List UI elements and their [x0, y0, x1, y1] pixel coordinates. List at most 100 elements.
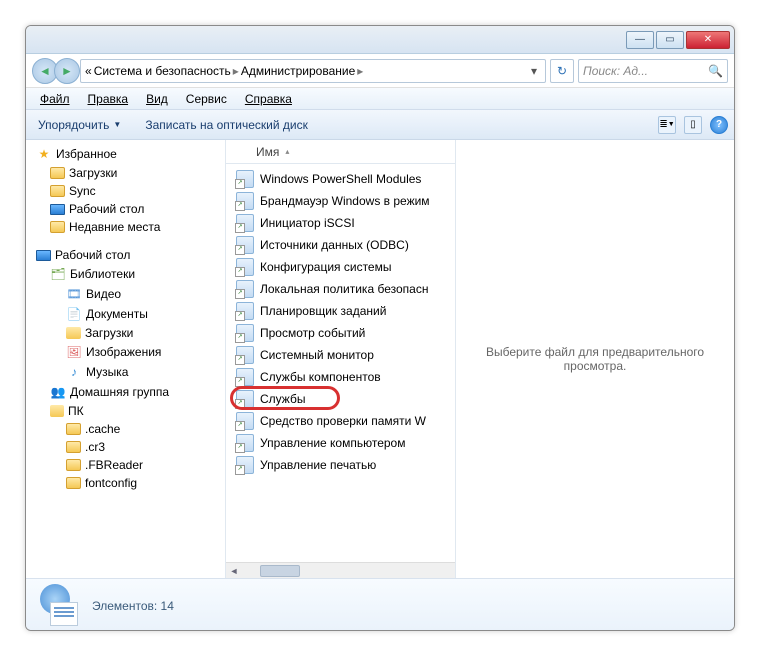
breadcrumb-sep: ▸ — [233, 64, 239, 78]
nav-music[interactable]: ♪Музыка — [26, 362, 225, 382]
file-item[interactable]: Системный монитор — [226, 344, 455, 366]
nav-favorites[interactable]: ★Избранное — [26, 144, 225, 164]
nav-downloads-lib[interactable]: Загрузки — [26, 324, 225, 342]
recent-icon — [50, 221, 65, 233]
desktop-icon — [50, 204, 65, 215]
preview-pane: Выберите файл для предварительного просм… — [456, 140, 734, 578]
status-text: Элементов: 14 — [92, 599, 174, 613]
shortcut-icon — [236, 412, 254, 430]
address-bar: ◄ ► « Система и безопасность ▸ Администр… — [26, 54, 734, 88]
file-item-label: Службы — [260, 392, 305, 406]
menu-edit[interactable]: Правка — [80, 90, 137, 108]
nav-documents[interactable]: 📄Документы — [26, 304, 225, 324]
nav-cr3[interactable]: .cr3 — [26, 438, 225, 456]
file-item[interactable]: Средство проверки памяти W — [226, 410, 455, 432]
explorer-window: — ▭ ✕ ◄ ► « Система и безопасность ▸ Адм… — [25, 25, 735, 631]
nav-libraries[interactable]: 🗂Библиотеки — [26, 264, 225, 284]
organize-button[interactable]: Упорядочить▼ — [32, 115, 127, 135]
file-item[interactable]: Конфигурация системы — [226, 256, 455, 278]
menu-tools[interactable]: Сервис — [178, 90, 235, 108]
file-item[interactable]: Брандмауэр Windows в режим — [226, 190, 455, 212]
file-item[interactable]: Просмотр событий — [226, 322, 455, 344]
folder-icon — [66, 441, 81, 453]
nav-homegroup[interactable]: 👥Домашняя группа — [26, 382, 225, 402]
column-header-name[interactable]: Имя▴ — [226, 140, 455, 164]
star-icon: ★ — [36, 146, 52, 162]
view-mode-button[interactable]: ≣ ▼ — [658, 116, 676, 134]
nav-video[interactable]: 🎞Видео — [26, 284, 225, 304]
file-list-pane: Имя▴ Windows PowerShell Modules Брандмауэ… — [226, 140, 456, 578]
documents-icon: 📄 — [66, 306, 82, 322]
body: ★Избранное Загрузки Sync Рабочий стол Не… — [26, 140, 734, 578]
preview-pane-button[interactable]: ▯ — [684, 116, 702, 134]
video-icon: 🎞 — [66, 286, 82, 302]
nav-cache[interactable]: .cache — [26, 420, 225, 438]
file-item[interactable]: Планировщик заданий — [226, 300, 455, 322]
desktop-icon — [36, 250, 51, 261]
navigation-pane[interactable]: ★Избранное Загрузки Sync Рабочий стол Не… — [26, 140, 226, 578]
pc-icon — [50, 405, 64, 417]
nav-pictures[interactable]: 🖼Изображения — [26, 342, 225, 362]
shortcut-icon — [236, 236, 254, 254]
shortcut-icon — [236, 368, 254, 386]
file-item-label: Брандмауэр Windows в режим — [260, 194, 430, 208]
file-item[interactable]: Службы компонентов — [226, 366, 455, 388]
burn-button[interactable]: Записать на оптический диск — [139, 115, 314, 135]
nav-fbreader[interactable]: .FBReader — [26, 456, 225, 474]
breadcrumb-root-icon: « — [85, 64, 92, 78]
file-item[interactable]: Источники данных (ODBC) — [226, 234, 455, 256]
nav-recent[interactable]: Недавние места — [26, 218, 225, 236]
menu-file[interactable]: Файл — [32, 90, 78, 108]
file-item[interactable]: Управление печатью — [226, 454, 455, 476]
nav-pc[interactable]: ПК — [26, 402, 225, 420]
shortcut-icon — [236, 434, 254, 452]
nav-sync[interactable]: Sync — [26, 182, 225, 200]
menu-help[interactable]: Справка — [237, 90, 300, 108]
sort-indicator-icon: ▴ — [285, 147, 289, 156]
nav-desktop[interactable]: Рабочий стол — [26, 200, 225, 218]
homegroup-icon: 👥 — [50, 384, 66, 400]
shortcut-icon — [236, 192, 254, 210]
breadcrumb-seg-2[interactable]: Администрирование — [241, 64, 355, 78]
shortcut-icon — [236, 280, 254, 298]
shortcut-icon — [236, 456, 254, 474]
file-item-label: Локальная политика безопасн — [260, 282, 428, 296]
shortcut-icon — [236, 214, 254, 232]
folder-icon — [66, 477, 81, 489]
close-button[interactable]: ✕ — [686, 31, 730, 49]
menu-view[interactable]: Вид — [138, 90, 176, 108]
refresh-button[interactable]: ↻ — [550, 59, 574, 83]
breadcrumb-dropdown[interactable]: ▾ — [527, 64, 541, 78]
music-icon: ♪ — [66, 364, 82, 380]
file-item-label: Просмотр событий — [260, 326, 365, 340]
nav-desktop-root[interactable]: Рабочий стол — [26, 246, 225, 264]
file-item[interactable]: Windows PowerShell Modules — [226, 168, 455, 190]
file-item-label: Службы компонентов — [260, 370, 381, 384]
shortcut-icon — [236, 302, 254, 320]
file-item-label: Конфигурация системы — [260, 260, 391, 274]
horizontal-scrollbar[interactable]: ◄ — [226, 562, 455, 578]
forward-button[interactable]: ► — [54, 58, 80, 84]
file-list[interactable]: Windows PowerShell Modules Брандмауэр Win… — [226, 164, 455, 562]
file-item[interactable]: Службы — [226, 388, 455, 410]
maximize-button[interactable]: ▭ — [656, 31, 684, 49]
downloads-icon — [66, 327, 81, 339]
titlebar: — ▭ ✕ — [26, 26, 734, 54]
nav-downloads[interactable]: Загрузки — [26, 164, 225, 182]
search-input[interactable]: Поиск: Ад... 🔍 — [578, 59, 728, 83]
help-button[interactable]: ? — [710, 116, 728, 134]
status-bar: Элементов: 14 — [26, 578, 734, 631]
file-item-label: Планировщик заданий — [260, 304, 386, 318]
status-icon — [36, 584, 80, 628]
minimize-button[interactable]: — — [626, 31, 654, 49]
shortcut-icon — [236, 258, 254, 276]
file-item-label: Управление печатью — [260, 458, 376, 472]
nav-fontconfig[interactable]: fontconfig — [26, 474, 225, 492]
file-item[interactable]: Управление компьютером — [226, 432, 455, 454]
breadcrumb-sep: ▸ — [357, 64, 363, 78]
shortcut-icon — [236, 170, 254, 188]
breadcrumb-seg-1[interactable]: Система и безопасность — [94, 64, 231, 78]
file-item[interactable]: Локальная политика безопасн — [226, 278, 455, 300]
file-item[interactable]: Инициатор iSCSI — [226, 212, 455, 234]
breadcrumb[interactable]: « Система и безопасность ▸ Администриров… — [80, 59, 546, 83]
